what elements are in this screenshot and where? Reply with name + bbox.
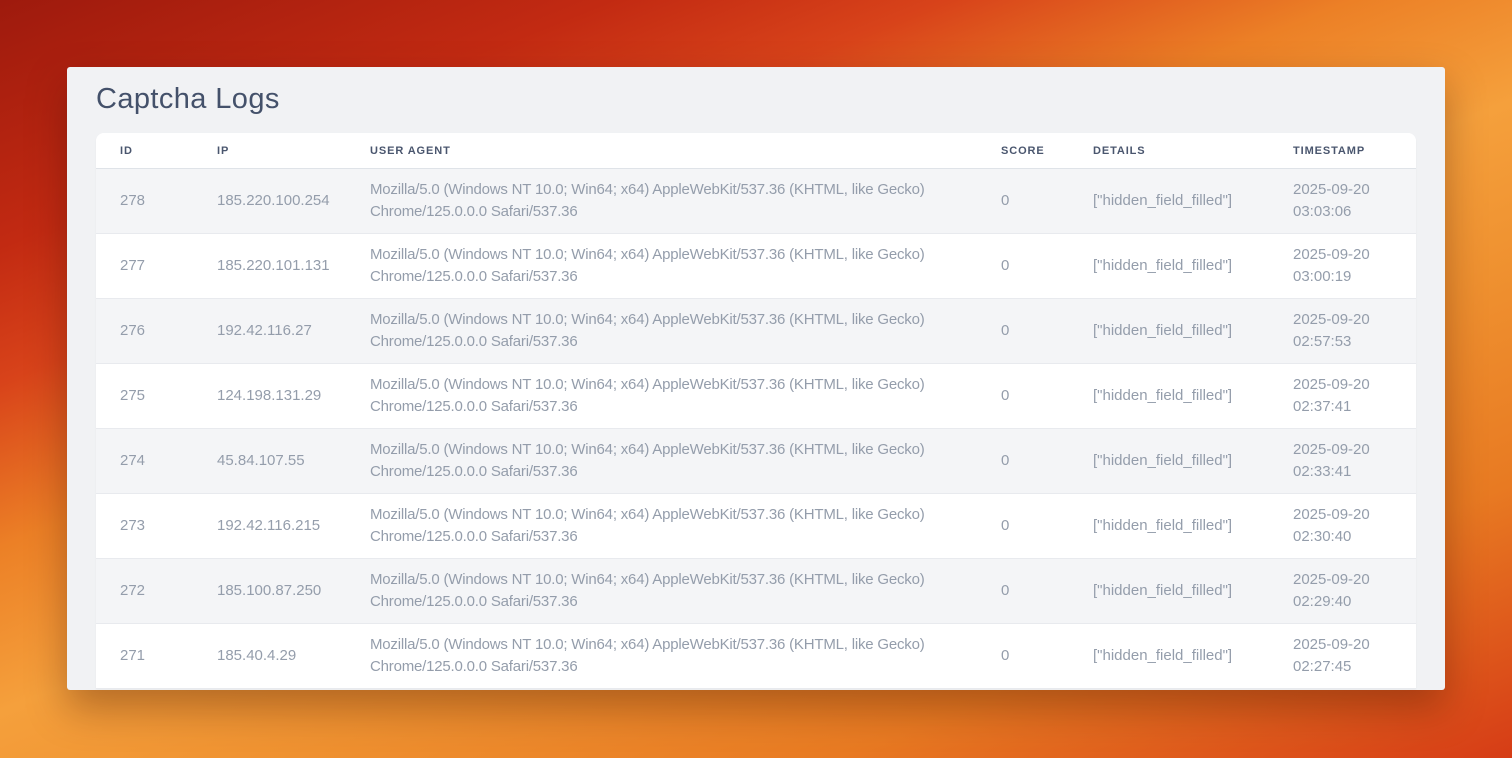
table-body: 278185.220.100.254Mozilla/5.0 (Windows N… — [96, 169, 1416, 689]
column-header-timestamp: TIMESTAMP — [1269, 133, 1416, 169]
cell-id: 271 — [96, 624, 193, 689]
cell-ip: 124.198.131.29 — [193, 364, 346, 429]
cell-details: ["hidden_field_filled"] — [1069, 429, 1269, 494]
cell-id: 275 — [96, 364, 193, 429]
cell-details: ["hidden_field_filled"] — [1069, 299, 1269, 364]
cell-ip: 185.220.101.131 — [193, 234, 346, 299]
cell-ip: 192.42.116.27 — [193, 299, 346, 364]
background-gradient: { "page": { "title": "Captcha Logs" }, "… — [0, 0, 1512, 758]
cell-user_agent: Mozilla/5.0 (Windows NT 10.0; Win64; x64… — [346, 364, 977, 429]
cell-user_agent: Mozilla/5.0 (Windows NT 10.0; Win64; x64… — [346, 624, 977, 689]
cell-user_agent: Mozilla/5.0 (Windows NT 10.0; Win64; x64… — [346, 494, 977, 559]
cell-details: ["hidden_field_filled"] — [1069, 364, 1269, 429]
cell-timestamp: 2025-09-20 02:57:53 — [1269, 299, 1416, 364]
cell-timestamp: 2025-09-20 02:37:41 — [1269, 364, 1416, 429]
cell-id: 276 — [96, 299, 193, 364]
cell-ip: 45.84.107.55 — [193, 429, 346, 494]
cell-timestamp: 2025-09-20 02:29:40 — [1269, 559, 1416, 624]
cell-timestamp: 2025-09-20 02:27:45 — [1269, 624, 1416, 689]
cell-ip: 185.100.87.250 — [193, 559, 346, 624]
table-header-row: IDIPUSER AGENTSCOREDETAILSTIMESTAMP — [96, 133, 1416, 169]
table-row: 272185.100.87.250Mozilla/5.0 (Windows NT… — [96, 559, 1416, 624]
page-title: Captcha Logs — [96, 83, 1416, 116]
cell-timestamp: 2025-09-20 03:03:06 — [1269, 169, 1416, 234]
table-row: 271185.40.4.29Mozilla/5.0 (Windows NT 10… — [96, 624, 1416, 689]
cell-user_agent: Mozilla/5.0 (Windows NT 10.0; Win64; x64… — [346, 559, 977, 624]
cell-timestamp: 2025-09-20 03:00:19 — [1269, 234, 1416, 299]
column-header-id: ID — [96, 133, 193, 169]
captcha-logs-table-container: IDIPUSER AGENTSCOREDETAILSTIMESTAMP 2781… — [96, 133, 1416, 689]
table-row: 275124.198.131.29Mozilla/5.0 (Windows NT… — [96, 364, 1416, 429]
column-header-score: SCORE — [977, 133, 1069, 169]
cell-score: 0 — [977, 234, 1069, 299]
table-row: 277185.220.101.131Mozilla/5.0 (Windows N… — [96, 234, 1416, 299]
cell-details: ["hidden_field_filled"] — [1069, 494, 1269, 559]
cell-score: 0 — [977, 559, 1069, 624]
cell-user_agent: Mozilla/5.0 (Windows NT 10.0; Win64; x64… — [346, 169, 977, 234]
column-header-user_agent: USER AGENT — [346, 133, 977, 169]
captcha-logs-table: IDIPUSER AGENTSCOREDETAILSTIMESTAMP 2781… — [96, 133, 1416, 689]
cell-timestamp: 2025-09-20 02:30:40 — [1269, 494, 1416, 559]
cell-score: 0 — [977, 299, 1069, 364]
cell-details: ["hidden_field_filled"] — [1069, 169, 1269, 234]
captcha-logs-card: Captcha Logs IDIPUSER AGENTSCOREDETAILST… — [67, 67, 1445, 690]
cell-id: 277 — [96, 234, 193, 299]
cell-user_agent: Mozilla/5.0 (Windows NT 10.0; Win64; x64… — [346, 299, 977, 364]
cell-user_agent: Mozilla/5.0 (Windows NT 10.0; Win64; x64… — [346, 429, 977, 494]
column-header-details: DETAILS — [1069, 133, 1269, 169]
cell-ip: 192.42.116.215 — [193, 494, 346, 559]
cell-score: 0 — [977, 169, 1069, 234]
column-header-ip: IP — [193, 133, 346, 169]
cell-score: 0 — [977, 494, 1069, 559]
cell-ip: 185.220.100.254 — [193, 169, 346, 234]
cell-details: ["hidden_field_filled"] — [1069, 624, 1269, 689]
cell-details: ["hidden_field_filled"] — [1069, 559, 1269, 624]
cell-score: 0 — [977, 364, 1069, 429]
table-header: IDIPUSER AGENTSCOREDETAILSTIMESTAMP — [96, 133, 1416, 169]
cell-score: 0 — [977, 624, 1069, 689]
cell-details: ["hidden_field_filled"] — [1069, 234, 1269, 299]
table-row: 273192.42.116.215Mozilla/5.0 (Windows NT… — [96, 494, 1416, 559]
cell-id: 272 — [96, 559, 193, 624]
cell-score: 0 — [977, 429, 1069, 494]
table-row: 276192.42.116.27Mozilla/5.0 (Windows NT … — [96, 299, 1416, 364]
cell-ip: 185.40.4.29 — [193, 624, 346, 689]
cell-timestamp: 2025-09-20 02:33:41 — [1269, 429, 1416, 494]
table-row: 27445.84.107.55Mozilla/5.0 (Windows NT 1… — [96, 429, 1416, 494]
cell-id: 274 — [96, 429, 193, 494]
table-row: 278185.220.100.254Mozilla/5.0 (Windows N… — [96, 169, 1416, 234]
cell-id: 278 — [96, 169, 193, 234]
cell-user_agent: Mozilla/5.0 (Windows NT 10.0; Win64; x64… — [346, 234, 977, 299]
cell-id: 273 — [96, 494, 193, 559]
